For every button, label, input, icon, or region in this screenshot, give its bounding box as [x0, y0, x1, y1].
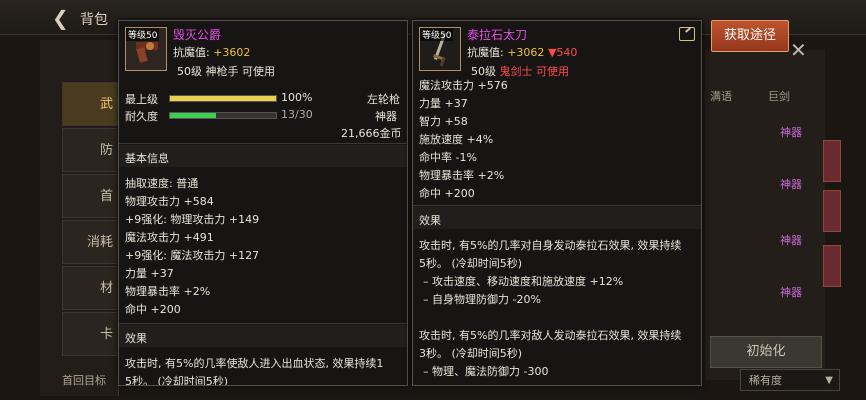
list-item-thumb[interactable] — [823, 190, 841, 232]
close-icon[interactable]: ✕ — [790, 38, 807, 62]
section-header — [119, 325, 407, 347]
sort-dropdown[interactable]: 稀有度 ▼ — [740, 369, 840, 391]
durability-label: 耐久度 — [125, 110, 158, 123]
effect-text: 3秒。 (冷却时间5秒) — [419, 347, 523, 360]
bottom-label: 首回目标 — [62, 374, 106, 387]
category-tab-weapon[interactable]: 武 — [62, 82, 122, 126]
chevron-down-icon: ▼ — [825, 375, 833, 386]
resist-label: 抗魔值: — [467, 46, 504, 59]
resist-line: 抗魔值: +3602 — [173, 44, 250, 60]
stat-line: 命中率 -1% — [419, 151, 477, 164]
rarity-label: 神器 — [375, 110, 397, 123]
back-arrow-icon[interactable]: ❮ — [52, 6, 69, 30]
basic-info-title: 基本信息 — [125, 152, 169, 165]
stat-line: 智力 +58 — [419, 115, 468, 128]
category-tab-consumable[interactable]: 消耗 — [62, 220, 122, 264]
stat-line-enhance: +9强化: 物理攻击力 +149 — [125, 213, 260, 226]
reset-button[interactable]: 初始化 — [710, 336, 822, 368]
item-level-tag: 等级50 — [420, 28, 454, 41]
upgrade-percent: 100% — [281, 91, 313, 104]
stat-line: 施放速度 +4% — [419, 133, 494, 146]
list-item-thumb[interactable] — [823, 245, 841, 287]
stat-line: 力量 +37 — [125, 267, 174, 280]
category-tab-card[interactable]: 卡 — [62, 312, 122, 356]
stat-line: 命中 +200 — [125, 303, 181, 316]
category-tab-armor[interactable]: 防 — [62, 128, 122, 172]
stat-line: 抽取速度: 普通 — [125, 177, 199, 190]
item-name: 泰拉石太刀 — [467, 28, 528, 42]
stat-line: 魔法攻击力 +576 — [419, 79, 508, 92]
inventory-title: 背包 — [80, 12, 108, 28]
list-item-thumb[interactable] — [823, 140, 841, 182]
edit-icon[interactable] — [679, 27, 695, 41]
class-requirement: 50级 神枪手 可使用 — [177, 65, 275, 78]
get-source-button[interactable]: 获取途径 — [711, 20, 789, 52]
upgrade-label: 最上级 — [125, 93, 158, 106]
divider — [119, 323, 407, 324]
item-name: 毁灭公爵 — [173, 28, 222, 42]
effect-text: 5秒。 (冷却时间5秒) — [125, 375, 229, 386]
item-level-tag: 等级50 — [126, 28, 160, 41]
effect-text: 攻击时, 有5%的几率使敌人进入出血状态, 效果持续1 — [125, 357, 384, 370]
resist-value: +3602 — [213, 46, 251, 59]
effect-text: 攻击时, 有5%的几率对自身发动泰拉石效果, 效果持续 — [419, 239, 682, 252]
stat-line: 物理暴击率 +2% — [125, 285, 211, 298]
resist-value: +3062 — [507, 46, 545, 59]
compared-item-tooltip: 等级50 泰拉石太刀 抗魔值: +3062 ▼540 50级 鬼剑士 可使用 魔… — [412, 20, 702, 386]
effect-text: – 自身物理防御力 -20% — [423, 293, 541, 306]
durability-bar — [169, 112, 277, 119]
resist-label: 抗魔值: — [173, 46, 210, 59]
sell-price: 21,666金币 — [341, 127, 402, 140]
item-icon: 等级50 — [125, 27, 167, 71]
stat-line: 物理攻击力 +584 — [125, 195, 214, 208]
stat-line: 魔法攻击力 +491 — [125, 231, 214, 244]
class-req-suffix: 可使用 — [536, 65, 569, 78]
section-header — [413, 207, 701, 229]
stat-line-enhance: +9强化: 魔法攻击力 +127 — [125, 249, 260, 262]
list-rarity-tag: 神器 — [780, 234, 802, 247]
effect-text: – 物理、魔法防御力 -300 — [423, 365, 549, 378]
column-header-1[interactable]: 满语 — [710, 88, 732, 104]
effect-title: 效果 — [125, 332, 147, 345]
effect-text: 5秒。 (冷却时间5秒) — [419, 257, 523, 270]
resist-delta: ▼540 — [547, 46, 578, 59]
list-rarity-tag: 神器 — [780, 286, 802, 299]
item-icon: 等级50 — [419, 27, 461, 71]
divider — [413, 205, 701, 206]
effect-text: 攻击时, 有5%的几率对敌人发动泰拉石效果, 效果持续 — [419, 329, 682, 342]
effect-text: – 攻击速度、移动速度和施放速度 +12% — [423, 275, 624, 288]
list-rarity-tag: 神器 — [780, 178, 802, 191]
category-tab-material[interactable]: 材 — [62, 266, 122, 310]
resist-line: 抗魔值: +3062 ▼540 — [467, 44, 577, 60]
upgrade-bar-fill — [170, 96, 276, 101]
divider — [119, 143, 407, 144]
category-tab-accessory[interactable]: 首 — [62, 174, 122, 218]
durability-value: 13/30 — [281, 108, 313, 121]
stat-line: 力量 +37 — [419, 97, 468, 110]
list-rarity-tag: 神器 — [780, 126, 802, 139]
equipped-item-tooltip: 等级50 毁灭公爵 抗魔值: +3602 50级 神枪手 可使用 最上级 100… — [118, 20, 408, 386]
durability-bar-fill — [170, 113, 216, 118]
weapon-type: 左轮枪 — [367, 93, 400, 106]
effect-title: 效果 — [419, 214, 441, 227]
upgrade-bar — [169, 95, 277, 102]
sort-dropdown-label: 稀有度 — [749, 374, 782, 387]
stat-line: 命中 +200 — [419, 187, 475, 200]
stat-line: 物理暴击率 +2% — [419, 169, 505, 182]
column-header-2[interactable]: 巨剑 — [768, 88, 790, 104]
